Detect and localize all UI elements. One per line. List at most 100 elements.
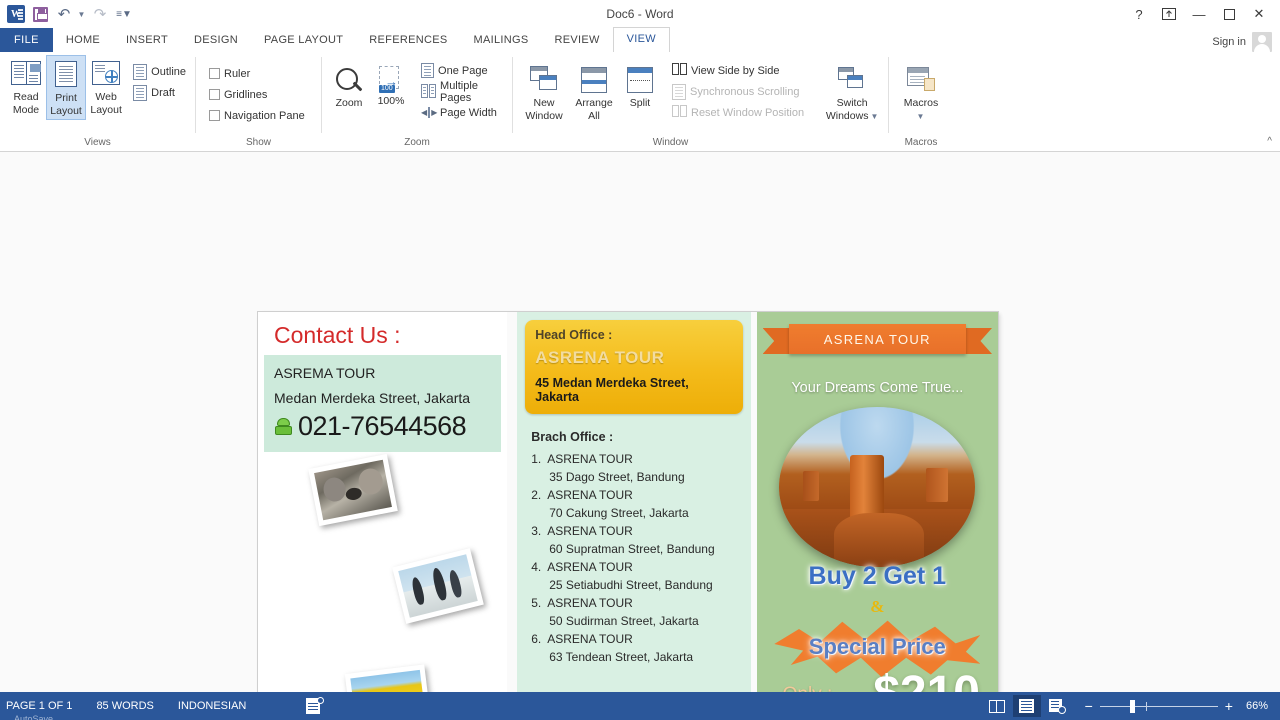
zoom-level-label[interactable]: 66% bbox=[1240, 700, 1268, 712]
branch-address: 35 Dago Street, Bandung bbox=[549, 470, 685, 484]
zoom-out-button[interactable]: − bbox=[1085, 699, 1093, 713]
document-title: Doc6 - Word bbox=[606, 7, 674, 21]
undo-dropdown-caret-icon[interactable]: ▼ bbox=[77, 3, 87, 25]
zoom-100-button[interactable]: → 100 100% bbox=[370, 63, 412, 109]
macros-button[interactable]: Macros ▼ bbox=[895, 61, 947, 124]
view-side-by-side-button[interactable]: View Side by Side bbox=[669, 60, 807, 81]
zoom-slider-control[interactable]: − + 66% bbox=[1085, 699, 1268, 713]
tab-review[interactable]: REVIEW bbox=[541, 28, 612, 52]
window-controls: ? — ✕ bbox=[1124, 1, 1280, 27]
tab-file[interactable]: FILE bbox=[0, 28, 53, 52]
synchronous-scrolling-icon bbox=[672, 83, 686, 100]
close-button[interactable]: ✕ bbox=[1244, 1, 1274, 27]
ruler-checkbox-row[interactable]: Ruler bbox=[206, 63, 253, 84]
contact-phone-number: 021-76544568 bbox=[298, 411, 467, 441]
arrange-all-button[interactable]: Arrange All bbox=[569, 61, 619, 124]
collapse-ribbon-button[interactable]: ^ bbox=[1267, 136, 1272, 147]
tab-references[interactable]: REFERENCES bbox=[356, 28, 460, 52]
reset-window-position-icon bbox=[672, 105, 687, 120]
tab-view[interactable]: VIEW bbox=[612, 27, 670, 52]
brochure-panel-offer: ASRENA TOUR Your Dreams Come True... Buy… bbox=[756, 312, 998, 693]
zoom-label: Zoom bbox=[335, 97, 363, 109]
tab-insert[interactable]: INSERT bbox=[113, 28, 181, 52]
one-page-button[interactable]: One Page bbox=[418, 60, 506, 81]
word-count[interactable]: 85 WORDS bbox=[96, 700, 165, 712]
multiple-pages-icon bbox=[421, 84, 437, 99]
photo-collage bbox=[258, 447, 507, 692]
ruler-checkbox[interactable] bbox=[209, 68, 220, 79]
document-canvas[interactable]: Contact Us : ASREMA TOUR Medan Merdeka S… bbox=[0, 152, 1280, 692]
tulips-photo bbox=[344, 664, 432, 692]
word-logo-icon: W bbox=[5, 3, 27, 25]
ribbon-tab-bar: FILE HOME INSERT DESIGN PAGE LAYOUT REFE… bbox=[0, 27, 1280, 52]
zoom-slider-thumb[interactable] bbox=[1129, 699, 1135, 713]
ribbon: Read Mode Print Layout Web Layout Outlin… bbox=[0, 52, 1280, 152]
synchronous-scrolling-label: Synchronous Scrolling bbox=[690, 85, 800, 98]
macros-caret-icon[interactable]: ▼ bbox=[917, 111, 925, 122]
navigation-pane-checkbox[interactable] bbox=[209, 110, 220, 121]
zoom-100-label: 100% bbox=[377, 95, 405, 107]
banner-text: ASRENA TOUR bbox=[788, 324, 966, 354]
tab-mailings[interactable]: MAILINGS bbox=[460, 28, 541, 52]
draft-button[interactable]: Draft bbox=[130, 82, 189, 103]
read-mode-label-line1: Read bbox=[13, 91, 39, 103]
ribbon-display-options-icon[interactable] bbox=[1154, 1, 1184, 27]
status-left: PAGE 1 OF 1 85 WORDS INDONESIAN bbox=[0, 697, 325, 714]
customize-quick-access-icon[interactable]: ≡▼ bbox=[113, 3, 135, 25]
help-icon[interactable]: ? bbox=[1124, 1, 1154, 27]
split-label: Split bbox=[629, 97, 651, 109]
asrena-tour-banner: ASRENA TOUR bbox=[762, 324, 992, 362]
zoom-in-button[interactable]: + bbox=[1225, 699, 1233, 713]
list-item: 4. ASRENA TOUR 25 Setiabudhi Street, Ban… bbox=[531, 558, 744, 594]
switch-windows-label-line1: Switch bbox=[836, 97, 868, 109]
outline-button[interactable]: Outline bbox=[130, 61, 189, 82]
page-width-button[interactable]: ◀ ▶ Page Width bbox=[418, 102, 506, 123]
multiple-pages-button[interactable]: Multiple Pages bbox=[418, 80, 506, 104]
tab-page-layout[interactable]: PAGE LAYOUT bbox=[251, 28, 356, 52]
print-layout-button[interactable]: Print Layout bbox=[46, 55, 87, 120]
web-layout-view-button[interactable] bbox=[1043, 695, 1071, 717]
branch-office-list: 1. ASRENA TOUR 35 Dago Street, Bandung 2… bbox=[517, 450, 750, 666]
branch-address: 63 Tendean Street, Jakarta bbox=[549, 650, 694, 664]
branch-name: ASRENA TOUR bbox=[547, 632, 633, 646]
price-value: $210 bbox=[873, 670, 980, 693]
zoom-slider-track[interactable] bbox=[1099, 699, 1218, 713]
print-layout-view-button[interactable] bbox=[1012, 695, 1041, 717]
web-layout-button[interactable]: Web Layout bbox=[86, 55, 126, 118]
read-mode-view-button[interactable] bbox=[983, 695, 1011, 717]
show-group-label: Show bbox=[245, 137, 271, 148]
tab-home[interactable]: HOME bbox=[53, 28, 113, 52]
gridlines-checkbox-row[interactable]: Gridlines bbox=[206, 84, 270, 105]
split-button[interactable]: Split bbox=[619, 61, 661, 111]
page-width-label: Page Width bbox=[440, 106, 497, 119]
branch-number: 1. bbox=[531, 452, 542, 466]
web-layout-icon bbox=[90, 58, 122, 90]
proofing-errors-icon[interactable] bbox=[306, 697, 325, 714]
save-icon[interactable] bbox=[29, 3, 51, 25]
language[interactable]: INDONESIAN bbox=[178, 700, 258, 712]
new-window-button[interactable]: New Window bbox=[519, 61, 569, 124]
contact-company-name: ASREMA TOUR bbox=[274, 365, 376, 381]
switch-windows-label-line2: Windows bbox=[825, 110, 869, 122]
undo-icon[interactable]: ↶ bbox=[53, 3, 75, 25]
maximize-button[interactable] bbox=[1214, 1, 1244, 27]
read-mode-button[interactable]: Read Mode bbox=[6, 55, 46, 118]
view-side-by-side-icon bbox=[672, 63, 687, 78]
minimize-button[interactable]: — bbox=[1184, 1, 1214, 27]
branch-number: 4. bbox=[531, 560, 542, 574]
sign-in-area[interactable]: Sign in bbox=[1212, 32, 1280, 52]
redo-icon[interactable]: ↷ bbox=[89, 3, 111, 25]
switch-windows-button[interactable]: Switch Windows ▼ bbox=[824, 61, 880, 124]
gridlines-checkbox[interactable] bbox=[209, 89, 220, 100]
branch-number: 2. bbox=[531, 488, 542, 502]
head-office-label: Head Office : bbox=[535, 328, 613, 342]
arrange-all-icon bbox=[578, 64, 610, 96]
zoom-group-label: Zoom bbox=[404, 137, 430, 148]
page-count[interactable]: PAGE 1 OF 1 bbox=[6, 700, 84, 712]
list-item: 5. ASRENA TOUR 50 Sudirman Street, Jakar… bbox=[531, 594, 744, 630]
navigation-pane-checkbox-row[interactable]: Navigation Pane bbox=[206, 105, 308, 126]
zoom-button[interactable]: Zoom bbox=[328, 63, 370, 111]
document-page[interactable]: Contact Us : ASREMA TOUR Medan Merdeka S… bbox=[258, 312, 998, 692]
web-layout-label-line1: Web bbox=[95, 91, 117, 103]
tab-design[interactable]: DESIGN bbox=[181, 28, 251, 52]
